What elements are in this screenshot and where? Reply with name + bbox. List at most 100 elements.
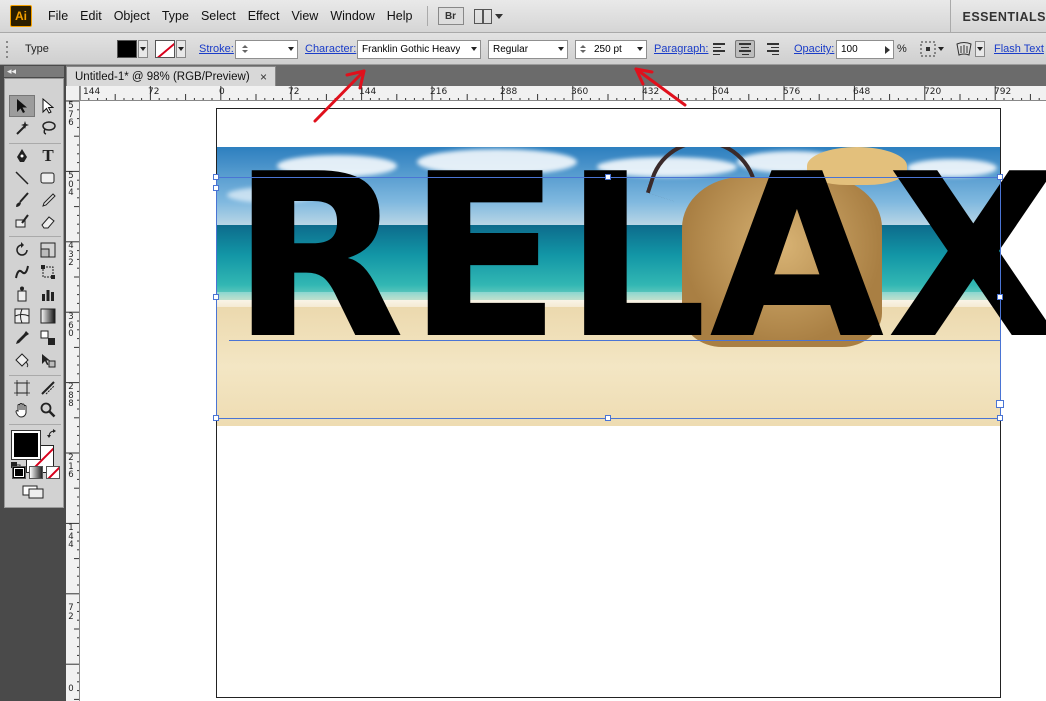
slice-tool[interactable] <box>35 377 61 399</box>
zoom-tool[interactable] <box>35 399 61 421</box>
fill-swatch[interactable] <box>117 40 137 58</box>
paragraph-link[interactable]: Paragraph: <box>654 43 708 55</box>
resize-handle[interactable] <box>997 415 1003 421</box>
stroke-weight-field[interactable] <box>235 39 298 59</box>
zoom-icon <box>40 402 56 418</box>
ruler-label: 72 <box>68 603 74 622</box>
menu-window[interactable]: Window <box>330 7 374 25</box>
gradient-tool[interactable] <box>35 305 61 327</box>
arrange-documents-button[interactable] <box>473 8 503 24</box>
menu-select[interactable]: Select <box>201 7 236 25</box>
menu-file[interactable]: File <box>48 7 68 25</box>
horizontal-ruler[interactable]: 144 72 0 72 144 216 288 360 432 504 576 … <box>66 86 1046 101</box>
lasso-icon <box>42 121 56 135</box>
live-paint-bucket-tool[interactable] <box>9 349 35 371</box>
document-tab[interactable]: Untitled-1* @ 98% (RGB/Preview) × <box>66 66 276 86</box>
font-family-field[interactable]: Franklin Gothic Heavy <box>357 39 481 59</box>
resize-handle[interactable] <box>997 174 1003 180</box>
ruler-label: 432 <box>642 87 660 97</box>
opacity-field[interactable]: 100 <box>836 39 894 59</box>
text-in-port[interactable] <box>213 185 219 191</box>
stroke-swatch[interactable] <box>155 40 175 58</box>
menu-help[interactable]: Help <box>387 7 413 25</box>
stroke-link[interactable]: Stroke: <box>199 43 234 55</box>
stroke-dropdown[interactable] <box>176 40 186 58</box>
envelope-dropdown[interactable] <box>975 41 985 57</box>
text-overflow-port[interactable] <box>996 400 1004 408</box>
menu-separator <box>426 6 428 26</box>
character-link[interactable]: Character: <box>305 43 356 55</box>
transform-reference-button[interactable] <box>920 33 944 65</box>
close-icon[interactable]: × <box>260 70 267 84</box>
tool-divider <box>9 143 61 144</box>
stroke-weight-spinner[interactable] <box>240 41 250 58</box>
resize-handle[interactable] <box>605 415 611 421</box>
fill-color-box[interactable] <box>11 430 41 460</box>
artboard-tool[interactable] <box>9 377 35 399</box>
align-right-button[interactable] <box>762 40 782 58</box>
symbol-sprayer-tool[interactable] <box>9 283 35 305</box>
vertical-ruler[interactable]: 576 504 432 360 288 216 144 72 0 <box>66 101 80 701</box>
eyedropper-tool[interactable] <box>9 327 35 349</box>
line-segment-tool[interactable] <box>9 167 35 189</box>
ruler-label: 72 <box>288 87 300 97</box>
paintbrush-tool[interactable] <box>9 189 35 211</box>
align-left-button[interactable] <box>710 40 730 58</box>
envelope-button[interactable] <box>955 33 985 65</box>
blob-brush-tool[interactable] <box>9 211 35 233</box>
direct-selection-tool[interactable] <box>35 95 61 117</box>
ruler-origin[interactable] <box>66 86 80 101</box>
workspace-switcher[interactable]: ESSENTIALS <box>949 0 1046 33</box>
pen-tool[interactable] <box>9 145 35 167</box>
font-size-spinner[interactable] <box>578 41 588 58</box>
menu-edit[interactable]: Edit <box>80 7 102 25</box>
menu-view[interactable]: View <box>291 7 318 25</box>
resize-handle[interactable] <box>213 415 219 421</box>
menu-object[interactable]: Object <box>114 7 150 25</box>
font-size-field[interactable]: 250 pt <box>575 39 647 59</box>
control-bar-grip[interactable] <box>6 33 10 65</box>
color-mode-button[interactable] <box>12 466 26 479</box>
gradient-mode-button[interactable] <box>29 466 43 479</box>
ruler-label: 792 <box>994 87 1012 97</box>
resize-handle[interactable] <box>213 174 219 180</box>
resize-handle[interactable] <box>605 174 611 180</box>
menu-effect[interactable]: Effect <box>248 7 280 25</box>
opacity-link[interactable]: Opacity: <box>794 43 834 55</box>
live-paint-selection-tool[interactable] <box>35 349 61 371</box>
flash-text-link[interactable]: Flash Text <box>994 43 1044 55</box>
free-transform-tool[interactable] <box>35 261 61 283</box>
tool-divider <box>9 424 61 425</box>
mesh-tool[interactable] <box>9 305 35 327</box>
eraser-tool[interactable] <box>35 211 61 233</box>
font-style-field[interactable]: Regular <box>488 39 568 59</box>
collapse-panels-button[interactable]: ◂◂ <box>4 66 64 77</box>
rotate-tool[interactable] <box>9 239 35 261</box>
blend-tool[interactable] <box>35 327 61 349</box>
bridge-button[interactable]: Br <box>437 7 464 25</box>
menu-bar: Ai File Edit Object Type Select Effect V… <box>0 0 1046 33</box>
pencil-tool[interactable] <box>35 189 61 211</box>
resize-handle[interactable] <box>997 294 1003 300</box>
resize-handle[interactable] <box>213 294 219 300</box>
ruler-label: 504 <box>68 171 74 198</box>
scale-tool[interactable] <box>35 239 61 261</box>
menu-type[interactable]: Type <box>162 7 189 25</box>
selection-tool[interactable] <box>9 95 35 117</box>
screen-mode-button[interactable] <box>22 485 46 502</box>
align-center-button[interactable] <box>735 40 755 58</box>
none-mode-button[interactable] <box>46 466 60 479</box>
rectangle-tool[interactable] <box>35 167 61 189</box>
fill-dropdown[interactable] <box>138 40 148 58</box>
document-tab-title: Untitled-1* @ 98% (RGB/Preview) <box>75 70 250 83</box>
paint-bucket-icon <box>15 353 29 368</box>
magic-wand-tool[interactable] <box>9 117 35 139</box>
lasso-tool[interactable] <box>35 117 61 139</box>
live-paint-selection-icon <box>42 354 56 368</box>
hand-tool[interactable] <box>9 399 35 421</box>
type-tool[interactable]: T <box>35 145 61 167</box>
swap-fill-stroke-icon[interactable] <box>47 429 57 439</box>
warp-tool[interactable] <box>9 261 35 283</box>
column-graph-tool[interactable] <box>35 283 61 305</box>
grip-icon <box>6 41 8 58</box>
